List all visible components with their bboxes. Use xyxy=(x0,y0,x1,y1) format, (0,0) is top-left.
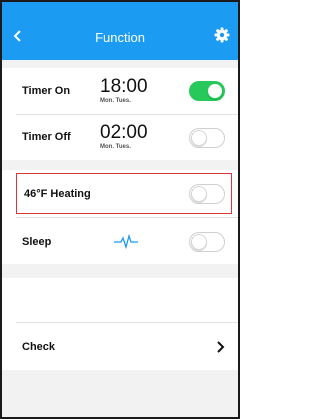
check-section: Check xyxy=(2,278,238,370)
timer-on-time: 18:00 xyxy=(100,76,148,97)
toggle-knob xyxy=(191,130,207,146)
timer-on-toggle[interactable] xyxy=(189,81,225,101)
phone-screen: Function Timer On 18:00 Mon. Tues. Timer… xyxy=(0,0,240,419)
gear-icon[interactable] xyxy=(214,27,230,43)
timer-off-label: Timer Off xyxy=(22,131,71,143)
chevron-right-icon[interactable] xyxy=(216,340,226,354)
check-label[interactable]: Check xyxy=(22,341,55,353)
timer-off-toggle[interactable] xyxy=(189,128,225,148)
header-bar: Function xyxy=(2,2,238,60)
toggle-knob xyxy=(191,234,207,250)
timer-on-label: Timer On xyxy=(22,85,71,97)
divider xyxy=(16,217,238,218)
timer-off-days: Mon. Tues. xyxy=(100,144,131,150)
divider xyxy=(16,114,238,115)
timer-section: Timer On 18:00 Mon. Tues. Timer Off 02:0… xyxy=(2,68,238,160)
page-title: Function xyxy=(95,30,145,45)
toggle-knob xyxy=(207,83,223,99)
pulse-icon xyxy=(114,234,138,250)
divider xyxy=(16,322,238,323)
timer-off-time: 02:00 xyxy=(100,122,148,143)
heating-highlight-box xyxy=(16,173,232,214)
sleep-label: Sleep xyxy=(22,236,52,248)
timer-on-days: Mon. Tues. xyxy=(100,98,131,104)
sleep-toggle[interactable] xyxy=(189,232,225,252)
